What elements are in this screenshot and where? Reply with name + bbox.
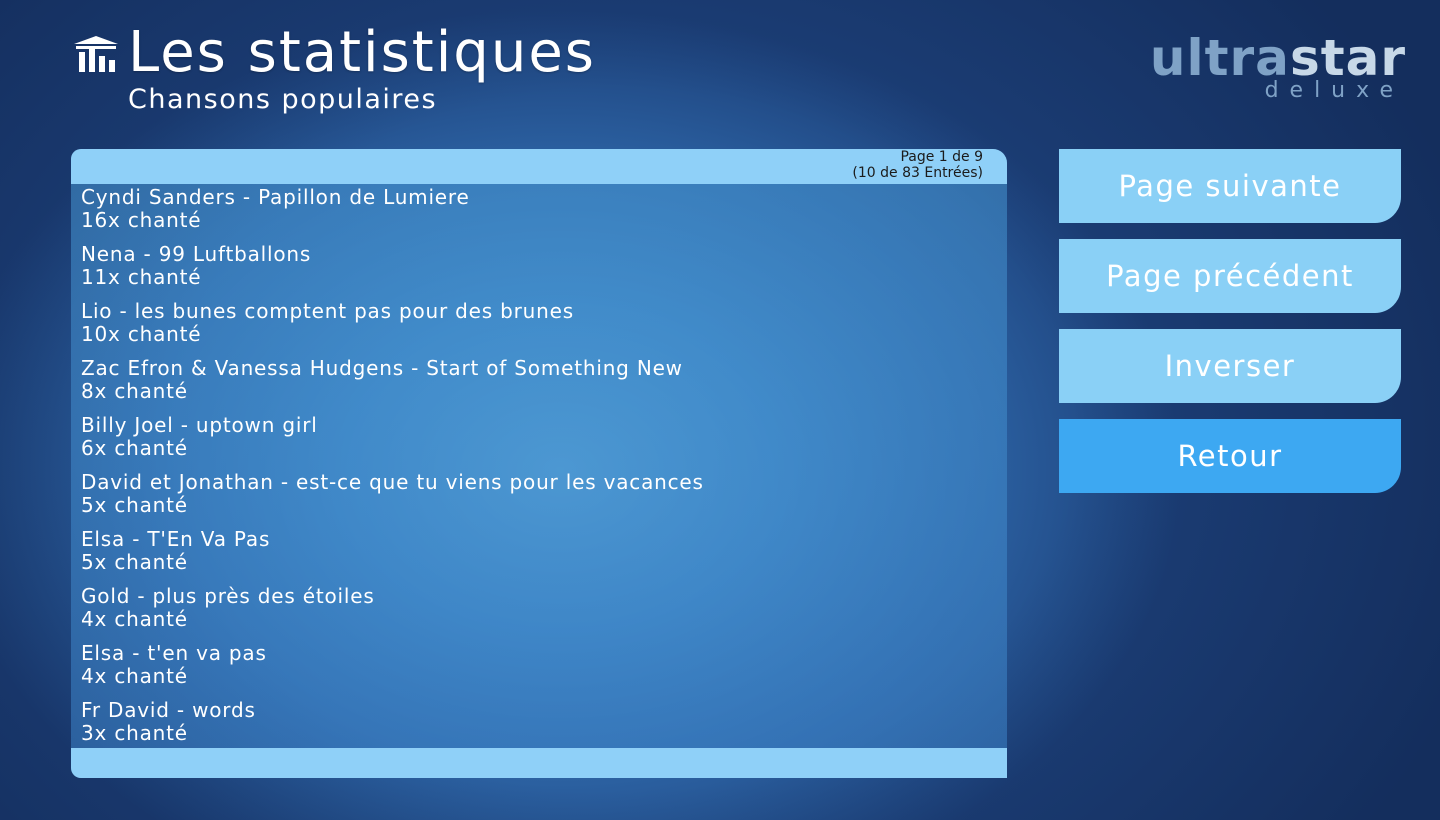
page-title: Les statistiques	[128, 20, 596, 85]
song-title: Cyndi Sanders - Papillon de Lumiere	[81, 185, 470, 209]
list-item: Gold - plus près des étoiles 4x chanté	[81, 585, 991, 642]
page-number: Page 1 de 9	[900, 149, 983, 165]
play-count: 4x chanté	[81, 664, 188, 688]
play-count: 5x chanté	[81, 550, 188, 574]
panel-header-bar: Page 1 de 9 (10 de 83 Entrées)	[71, 149, 1007, 184]
list-item: Billy Joel - uptown girl 6x chanté	[81, 414, 991, 471]
song-title: Gold - plus près des étoiles	[81, 584, 375, 608]
stats-chart-icon	[74, 36, 118, 72]
play-count: 11x chanté	[81, 265, 202, 289]
next-page-button[interactable]: Page suivante	[1059, 149, 1401, 223]
entries-count: (10 de 83 Entrées)	[852, 165, 983, 181]
list-item: Lio - les bunes comptent pas pour des br…	[81, 300, 991, 357]
song-title: Elsa - t'en va pas	[81, 641, 267, 665]
list-item: Elsa - T'En Va Pas 5x chanté	[81, 528, 991, 585]
panel-footer-bar	[71, 748, 1007, 778]
play-count: 10x chanté	[81, 322, 202, 346]
list-item: Elsa - t'en va pas 4x chanté	[81, 642, 991, 699]
song-title: Billy Joel - uptown girl	[81, 413, 318, 437]
previous-page-button[interactable]: Page précédent	[1059, 239, 1401, 313]
list-item: Nena - 99 Luftballons 11x chanté	[81, 243, 991, 300]
back-button[interactable]: Retour	[1059, 419, 1401, 493]
page-info: Page 1 de 9 (10 de 83 Entrées)	[852, 149, 983, 181]
page-subtitle: Chansons populaires	[128, 84, 438, 115]
play-count: 16x chanté	[81, 208, 202, 232]
play-count: 3x chanté	[81, 721, 188, 745]
play-count: 6x chanté	[81, 436, 188, 460]
reverse-button[interactable]: Inverser	[1059, 329, 1401, 403]
play-count: 4x chanté	[81, 607, 188, 631]
song-list: Cyndi Sanders - Papillon de Lumiere 16x …	[81, 186, 991, 756]
play-count: 5x chanté	[81, 493, 188, 517]
song-title: David et Jonathan - est-ce que tu viens …	[81, 470, 704, 494]
song-title: Nena - 99 Luftballons	[81, 242, 312, 266]
song-title: Elsa - T'En Va Pas	[81, 527, 271, 551]
ultrastar-logo: ultrastar deluxe	[1056, 30, 1406, 103]
popular-songs-panel: Page 1 de 9 (10 de 83 Entrées) Cyndi San…	[71, 149, 1007, 778]
list-item: Cyndi Sanders - Papillon de Lumiere 16x …	[81, 186, 991, 243]
song-title: Zac Efron & Vanessa Hudgens - Start of S…	[81, 356, 683, 380]
list-item: David et Jonathan - est-ce que tu viens …	[81, 471, 991, 528]
logo-deluxe: deluxe	[1264, 78, 1404, 103]
song-title: Fr David - words	[81, 698, 256, 722]
play-count: 8x chanté	[81, 379, 188, 403]
song-title: Lio - les bunes comptent pas pour des br…	[81, 299, 574, 323]
list-item: Zac Efron & Vanessa Hudgens - Start of S…	[81, 357, 991, 414]
